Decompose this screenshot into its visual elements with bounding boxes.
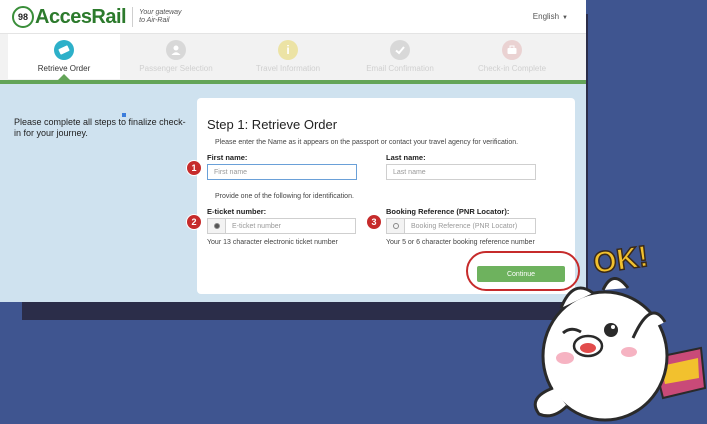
booking-reference-label: Booking Reference (PNR Locator):	[386, 207, 510, 216]
accesrail-logo[interactable]: 98 AccesRail Your gateway to Air-Rail	[12, 5, 199, 29]
language-selector[interactable]: English ▼	[533, 12, 568, 21]
booking-reference-help: Your 5 or 6 character booking reference …	[386, 239, 535, 246]
progress-steps: Retrieve Order Passenger Selection i Tra…	[0, 34, 586, 82]
radio-checked-icon	[213, 223, 220, 229]
intro-text: Please complete all steps to finalize ch…	[14, 117, 186, 138]
caret-down-icon: ▼	[562, 15, 568, 21]
step-passenger-selection: Passenger Selection	[120, 34, 232, 79]
info-icon: i	[278, 40, 298, 60]
language-label: English	[532, 12, 560, 21]
step-retrieve-order[interactable]: Retrieve Order	[8, 34, 120, 79]
header: 98 AccesRail Your gateway to Air-Rail En…	[0, 0, 586, 34]
step-label: Email Confirmation	[366, 64, 434, 73]
step-email-confirmation: Email Confirmation	[344, 34, 456, 79]
name-instruction: Please enter the Name as it appears on t…	[215, 139, 519, 146]
sticker-ok-text: OK!	[591, 240, 650, 280]
step-travel-information: i Travel Information	[232, 34, 344, 79]
logo-divider	[132, 7, 134, 27]
annotation-badge-2: 2	[186, 214, 202, 230]
step-label: Retrieve Order	[37, 64, 91, 73]
step-label: Travel Information	[255, 64, 321, 73]
form-title: Step 1: Retrieve Order	[207, 117, 338, 132]
booking-reference-input[interactable]: Booking Reference (PNR Locator)	[404, 218, 536, 234]
annotation-badge-1: 1	[186, 160, 202, 176]
step-label: Passenger Selection	[139, 64, 213, 73]
identification-hint: Provide one of the following for identif…	[215, 193, 354, 200]
tagline-line-1: Your gateway	[139, 9, 182, 16]
mascot-ok-sticker: OK!	[533, 239, 707, 422]
eticket-input[interactable]: E-ticket number	[225, 218, 356, 234]
tagline: Your gateway to Air-Rail	[139, 9, 199, 25]
eticket-radio[interactable]	[207, 218, 225, 234]
step-checkin-complete: Check-in Complete	[456, 34, 568, 79]
first-name-label: First name:	[207, 153, 248, 162]
eticket-help: Your 13 character electronic ticket numb…	[207, 239, 338, 246]
first-name-input[interactable]: First name	[207, 164, 357, 180]
tagline-line-2: to Air-Rail	[139, 17, 170, 24]
ticket-icon	[54, 40, 74, 60]
radio-unchecked-icon	[392, 223, 399, 229]
last-name-label: Last name:	[386, 153, 426, 162]
briefcase-icon	[502, 40, 522, 60]
logo-text: AccesRail	[35, 5, 127, 28]
step-label: Check-in Complete	[477, 64, 547, 73]
logo-mark: 98	[12, 6, 34, 28]
eticket-label: E-ticket number:	[207, 207, 267, 216]
last-name-input[interactable]: Last name	[386, 164, 536, 180]
user-icon	[166, 40, 186, 60]
check-icon	[390, 40, 410, 60]
cursor-marker	[122, 113, 126, 117]
annotation-badge-3: 3	[366, 214, 382, 230]
booking-reference-radio[interactable]	[386, 218, 404, 234]
